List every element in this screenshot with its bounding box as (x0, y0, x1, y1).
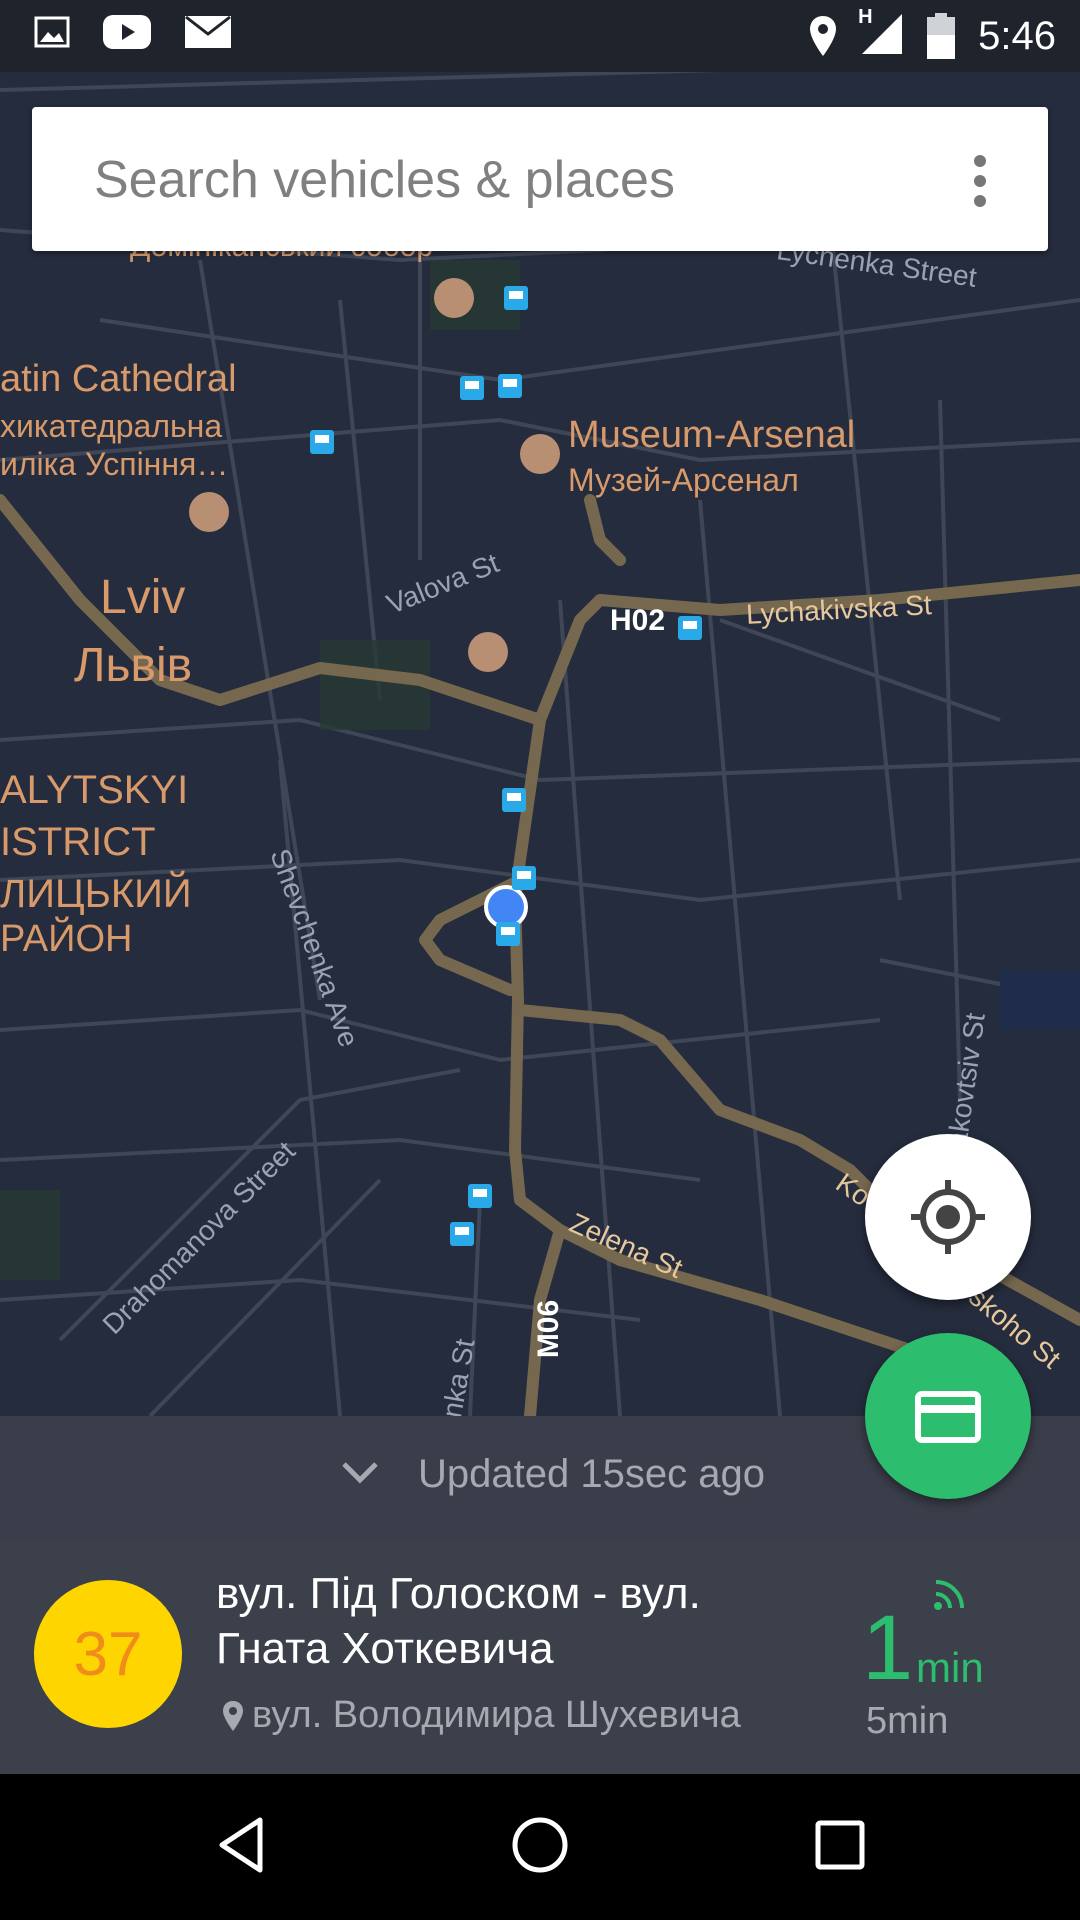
status-time: 5:46 (978, 13, 1056, 58)
recents-icon[interactable] (805, 1810, 875, 1880)
church-icon[interactable] (189, 492, 229, 532)
map-place-label: РАЙОН (0, 918, 133, 960)
status-bar: H 5:46 (0, 0, 1080, 72)
transit-stop-icon[interactable] (450, 1222, 474, 1246)
church-icon[interactable] (468, 632, 508, 672)
museum-icon[interactable] (520, 434, 560, 474)
more-options-icon[interactable] (972, 155, 988, 207)
search-bar (32, 107, 1048, 253)
image-icon (34, 16, 70, 48)
map-place-label: хикатедральна (0, 408, 223, 444)
map-place-label: ALYTSKYI (0, 768, 189, 812)
chevron-down-icon[interactable] (340, 1460, 380, 1484)
transit-stop-icon[interactable] (502, 788, 526, 812)
church-icon[interactable] (434, 278, 474, 318)
map-place-label: ЛИЦЬКИЙ (0, 872, 192, 916)
live-signal-icon (934, 1580, 964, 1610)
route-number-badge: 37 (34, 1580, 182, 1728)
transit-stop-icon[interactable] (468, 1184, 492, 1208)
map-place-label: Museum-Arsenal (568, 414, 856, 456)
back-icon[interactable] (208, 1810, 278, 1880)
stop-pin-icon (223, 1701, 243, 1731)
updated-status: Updated 15sec ago (418, 1452, 765, 1496)
transit-stop-icon[interactable] (310, 430, 334, 454)
map-place-label: Львів (74, 639, 193, 692)
my-location-button[interactable] (865, 1134, 1031, 1300)
map-place-label: иліка Успіння… (0, 446, 229, 482)
battery-icon (927, 13, 956, 59)
road-badge-h02: H02 (610, 604, 666, 637)
location-icon (810, 16, 837, 56)
navigation-bar (0, 1774, 1080, 1920)
transit-stop-icon[interactable] (504, 286, 528, 310)
route-stop-name: вул. Володимира Шухевича (252, 1694, 741, 1736)
map-place-label: Lviv (100, 571, 186, 624)
route-name-line-1: вул. Під Голоском - вул. (216, 1569, 701, 1618)
network-type-badge: H (858, 5, 873, 28)
map-place-label: ISTRICT (0, 820, 156, 864)
eta-value: 1 (862, 1597, 914, 1699)
search-input[interactable] (92, 107, 896, 253)
map-place-label: atin Cathedral (0, 358, 237, 400)
home-icon[interactable] (505, 1810, 575, 1880)
route-name: вул. Під Голоском - вул. Гната Хоткевича (216, 1566, 816, 1676)
road-badge-m06: M06 (532, 1299, 566, 1359)
tickets-button[interactable] (865, 1333, 1031, 1499)
youtube-icon (103, 15, 151, 49)
my-location-icon (911, 1180, 985, 1254)
transit-stop-icon[interactable] (678, 616, 702, 640)
route-name-line-2: Гната Хоткевича (216, 1624, 554, 1673)
eta-unit: min (916, 1644, 984, 1691)
transit-stop-icon[interactable] (460, 376, 484, 400)
mail-icon (185, 15, 231, 48)
map-place-label: Музей-Арсенал (568, 462, 799, 498)
route-list-item[interactable]: 37 вул. Під Голоском - вул. Гната Хоткев… (0, 1540, 1080, 1774)
user-location-marker (486, 887, 526, 927)
credit-card-icon (915, 1391, 981, 1443)
eta-next: 5min (866, 1700, 949, 1742)
transit-stop-icon[interactable] (498, 374, 522, 398)
